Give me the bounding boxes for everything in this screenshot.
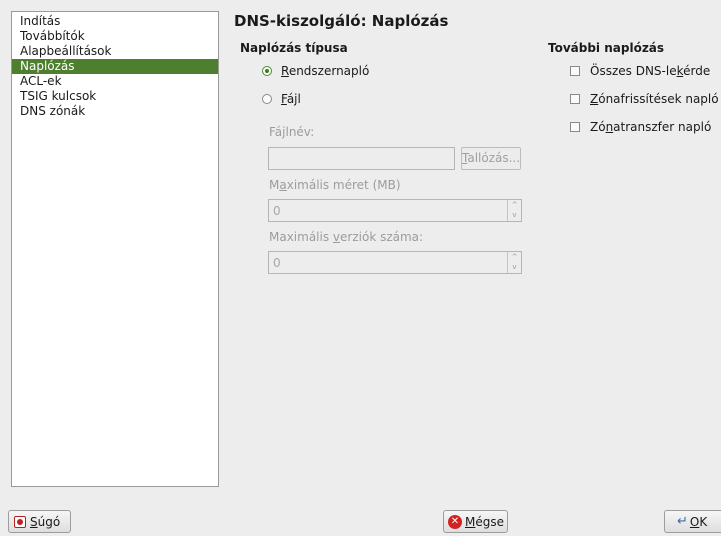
file-radio[interactable]: Fájl [262,92,301,106]
syslog-label: Rendszernapló [281,64,370,78]
syslog-radio[interactable]: Rendszernapló [262,64,369,78]
maxversions-label: Maximális verziók száma: [269,230,424,244]
nav-item-acl-ek[interactable]: ACL-ek [12,74,218,89]
checkbox-icon [570,94,580,104]
nav-item-naplozas[interactable]: Naplózás [12,59,218,74]
ok-arrow-icon: ↵ [677,514,688,529]
checkbox-icon [570,66,580,76]
filename-input[interactable] [268,147,455,170]
maxsize-spinbox[interactable]: 0 ^ v [268,199,522,222]
radio-selected-icon [262,66,272,76]
maxsize-label: Maximális méret (MB) [269,178,401,192]
zone-transfers-label: Zónatranszfer napló [590,120,712,134]
nav-item-tsig-kulcsok[interactable]: TSIG kulcsok [12,89,218,104]
all-queries-checkbox[interactable]: Összes DNS-lekérde [570,64,710,78]
maxsize-value: 0 [273,204,281,218]
help-icon [14,515,26,528]
help-button-label: Súgó [30,514,61,529]
ok-button[interactable]: ↵ OK [664,510,721,533]
all-queries-label: Összes DNS-lekérde [590,64,711,78]
filename-label: Fájlnév: [269,125,315,139]
ok-button-label: OK [689,514,708,529]
nav-item-dns-zonak[interactable]: DNS zónák [12,104,218,119]
maxversions-value: 0 [273,256,281,270]
file-label: Fájl [281,92,301,106]
spin-arrows-icon[interactable]: ^ v [507,200,521,221]
cancel-button[interactable]: ✕ Mégse [443,510,508,533]
extra-logging-group-title: További naplózás [548,41,665,55]
page-title: DNS-kiszolgáló: Naplózás [234,12,449,30]
log-type-group-title: Naplózás típusa [240,41,348,55]
zone-transfers-checkbox[interactable]: Zónatranszfer napló [570,120,711,134]
maxversions-spinbox[interactable]: 0 ^ v [268,251,522,274]
checkbox-icon [570,122,580,132]
zone-updates-checkbox[interactable]: Zónafrissítések napló [570,92,719,106]
nav-item-tovabbitok[interactable]: Továbbítók [12,29,218,44]
help-button[interactable]: Súgó [8,510,71,533]
nav-item-alapbeallitasok[interactable]: Alapbeállítások [12,44,218,59]
cancel-icon: ✕ [448,514,462,529]
spin-arrows-icon[interactable]: ^ v [507,252,521,273]
browse-button[interactable]: Tallózás... [461,147,521,170]
zone-updates-label: Zónafrissítések napló [590,92,719,106]
nav-item-inditas[interactable]: Indítás [12,14,218,29]
navigation-list: Indítás Továbbítók Alapbeállítások Napló… [11,11,219,487]
radio-unselected-icon [262,94,272,104]
cancel-button-label: Mégse [465,514,504,529]
